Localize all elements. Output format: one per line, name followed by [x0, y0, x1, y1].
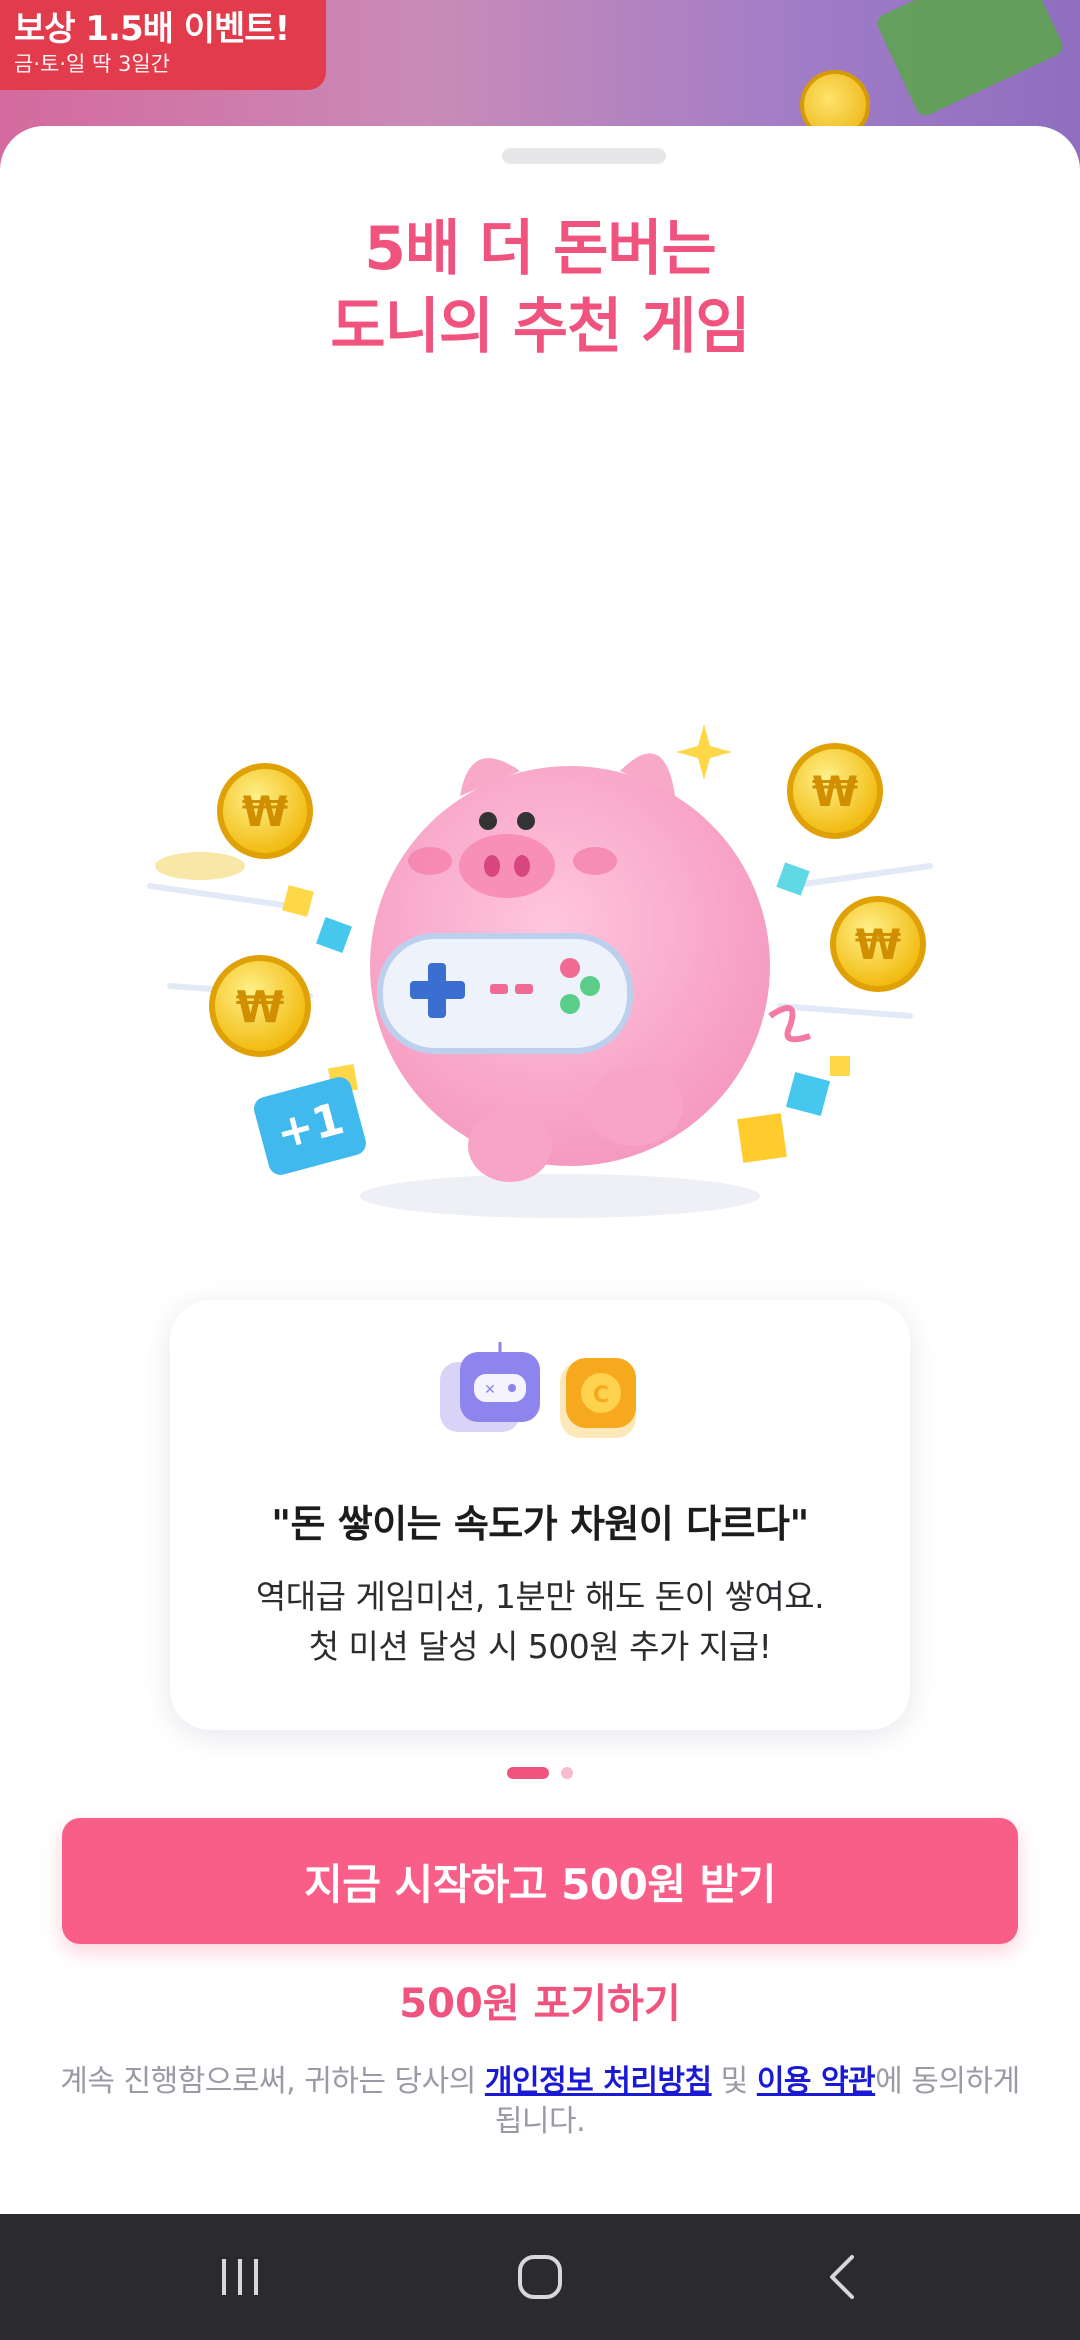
svg-text:₩: ₩	[855, 920, 901, 969]
event-badge: 보상 1.5배 이벤트! 금·토·일 딱 3일간	[0, 0, 326, 90]
sheet-title-line1: 5배 더 돈버는	[364, 214, 717, 284]
recent-apps-icon	[222, 2259, 258, 2295]
system-navigation-bar	[0, 2214, 1080, 2340]
gamepad-icon: ✕	[440, 1342, 540, 1432]
svg-text:₩: ₩	[242, 787, 288, 836]
event-subtitle: 금·토·일 딱 3일간	[14, 52, 170, 76]
legal-prefix: 계속 진행함으로써, 귀하는 당사의	[60, 2064, 485, 2099]
privacy-policy-link[interactable]: 개인정보 처리방침	[485, 2064, 712, 2099]
pager-dot[interactable]	[561, 1767, 573, 1779]
home-icon	[518, 2255, 562, 2299]
svg-text:₩: ₩	[812, 767, 858, 816]
card-desc-line1: 역대급 게임미션, 1분만 해도 돈이 쌓여요.	[255, 1577, 825, 1616]
pig-with-gamepad-icon: ₩ ₩ ₩ ₩ +1	[147, 724, 933, 1218]
svg-text:C: C	[593, 1383, 609, 1408]
legal-middle: 및	[711, 2064, 757, 2099]
carousel-pager	[0, 1766, 1080, 1780]
card-description: 역대급 게임미션, 1분만 해도 돈이 쌓여요. 첫 미션 달성 시 500원 …	[170, 1572, 910, 1672]
sheet-title: 5배 더 돈버는 도니의 추천 게임	[0, 210, 1080, 366]
recent-apps-button[interactable]	[180, 2242, 300, 2312]
svg-text:✕: ✕	[484, 1382, 496, 1398]
card-desc-line2: 첫 미션 달성 시 500원 추가 지급!	[308, 1627, 772, 1666]
legal-consent-text: 계속 진행함으로써, 귀하는 당사의 개인정보 처리방침 및 이용 약관에 동의…	[50, 2062, 1030, 2142]
coin-icon: C	[560, 1358, 636, 1438]
sheet-title-line2: 도니의 추천 게임	[330, 292, 750, 362]
card-icon-group: ✕ C	[440, 1342, 636, 1438]
terms-of-use-link[interactable]: 이용 약관	[757, 2064, 876, 2099]
back-icon	[830, 2255, 854, 2299]
card-icons: ✕ C	[170, 1342, 910, 1452]
pig-mascot-illustration: ₩ ₩ ₩ ₩ +1	[90, 586, 990, 1286]
home-button[interactable]	[480, 2242, 600, 2312]
give-up-500-link[interactable]: 500원 포기하기	[0, 1976, 1080, 2032]
info-card: ✕ C "돈 쌓이는 속도가 차원이 다르다" 역대급 게임미션, 1분만 해도…	[170, 1300, 910, 1730]
money-bill-decoration	[874, 0, 1066, 119]
card-quote: "돈 쌓이는 속도가 차원이 다르다"	[271, 1502, 809, 1546]
sheet-drag-handle[interactable]	[502, 148, 666, 164]
svg-text:₩: ₩	[236, 982, 285, 1033]
bottom-sheet: 5배 더 돈버는 도니의 추천 게임 ₩ ₩ ₩ ₩ +1 ✕ C "돈 쌓이는…	[0, 126, 1080, 2214]
start-and-get-500-button[interactable]: 지금 시작하고 500원 받기	[62, 1818, 1018, 1944]
back-button[interactable]	[782, 2242, 902, 2312]
pager-dot-active[interactable]	[507, 1767, 549, 1779]
event-title: 보상 1.5배 이벤트!	[14, 9, 290, 49]
